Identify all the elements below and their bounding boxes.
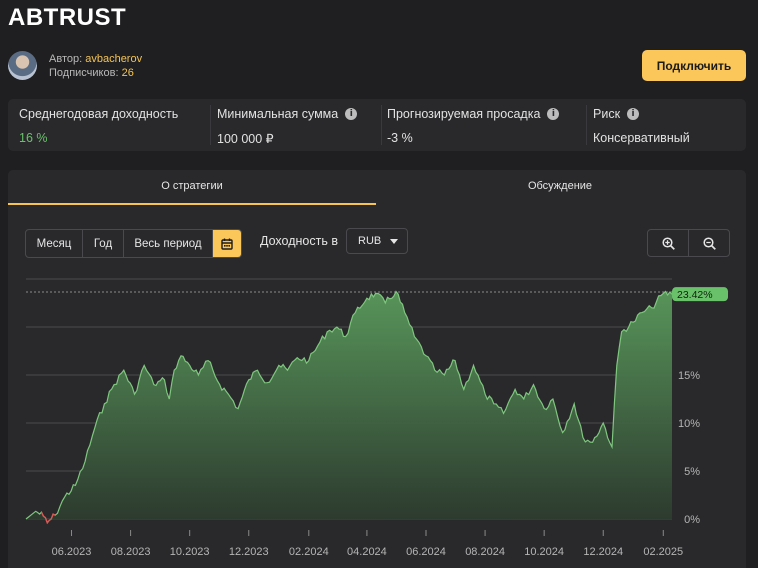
- x-tick-label: 08.2024: [465, 546, 505, 558]
- x-tick-label: 10.2024: [524, 546, 564, 558]
- x-tick-label: 02.2025: [643, 546, 683, 558]
- y-tick-label: 5%: [684, 466, 700, 478]
- x-tick-label: 04.2024: [347, 546, 387, 558]
- y-tick-label: 0%: [684, 514, 700, 526]
- current-value-label: 23.42%: [677, 289, 713, 301]
- y-tick-label: 15%: [678, 370, 700, 382]
- x-tick-label: 06.2023: [52, 546, 92, 558]
- x-tick-label: 10.2023: [170, 546, 210, 558]
- x-tick-label: 12.2023: [229, 546, 269, 558]
- x-tick-label: 02.2024: [289, 546, 329, 558]
- yield-chart[interactable]: 0% 5% 10% 15% 06.2023 08.2023 10.2023 12.2023 02…: [0, 0, 758, 568]
- x-tick-label: 08.2023: [111, 546, 151, 558]
- y-tick-label: 10%: [678, 418, 700, 430]
- x-tick-label: 12.2024: [583, 546, 623, 558]
- x-tick-label: 06.2024: [406, 546, 446, 558]
